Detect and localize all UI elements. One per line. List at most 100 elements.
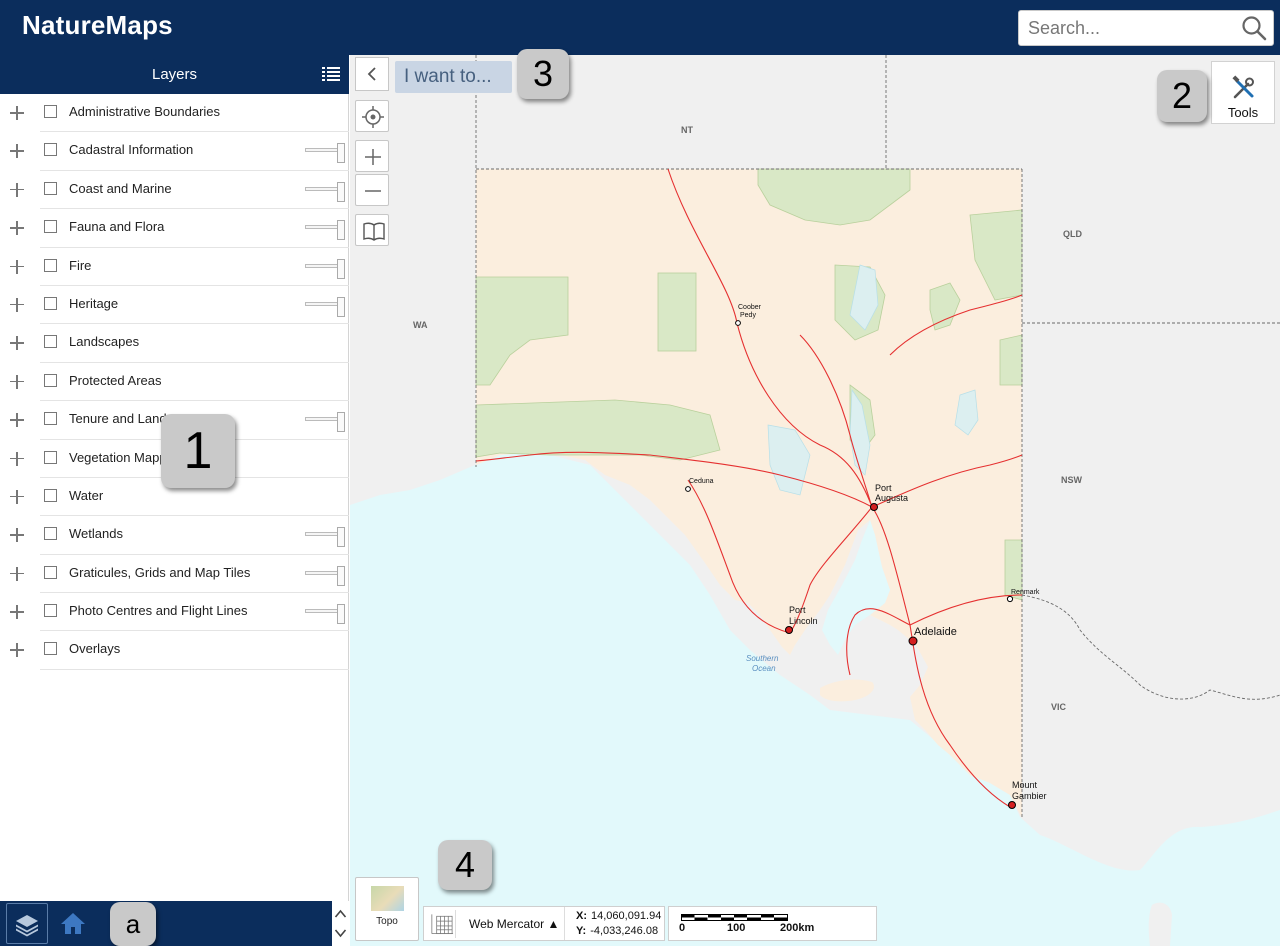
y-coordinate: Y: -4,033,246.08 <box>576 925 659 937</box>
layer-checkbox[interactable] <box>44 335 57 349</box>
layer-label: Wetlands <box>69 526 123 542</box>
layer-row[interactable]: Graticules, Grids and Map Tiles <box>0 555 349 594</box>
opacity-slider[interactable] <box>305 258 345 280</box>
layer-row[interactable]: Cadastral Information <box>0 132 349 171</box>
scroll-down-icon[interactable] <box>334 924 347 944</box>
slider-handle[interactable] <box>337 604 345 625</box>
layer-row[interactable]: Fire <box>0 248 349 286</box>
slider-handle[interactable] <box>337 181 345 202</box>
layer-checkbox[interactable] <box>44 181 57 195</box>
map-view[interactable]: NT QLD WA NSW VIC Coober Pedy Ceduna Por… <box>350 55 1280 946</box>
expand-plus-icon[interactable] <box>9 566 25 582</box>
layer-checkbox[interactable] <box>44 220 57 234</box>
callout-a: a <box>110 902 156 946</box>
layer-row[interactable]: Landscapes <box>0 324 349 363</box>
slider-handle[interactable] <box>337 258 345 279</box>
scale-bar: 0 100 200km <box>668 906 877 941</box>
panel-scroll-buttons <box>332 901 349 946</box>
opacity-slider[interactable] <box>305 220 345 241</box>
expand-plus-icon[interactable] <box>9 451 25 467</box>
search-icon[interactable] <box>1241 15 1267 41</box>
minus-icon <box>365 190 381 192</box>
basemap-thumbnail <box>371 886 404 911</box>
slider-handle[interactable] <box>337 220 345 241</box>
list-options-icon[interactable] <box>322 66 340 82</box>
layer-row[interactable]: Coast and Marine <box>0 171 349 210</box>
expand-plus-icon[interactable] <box>9 374 25 390</box>
layer-checkbox[interactable] <box>44 488 57 502</box>
expand-plus-icon[interactable] <box>9 143 25 159</box>
bookmarks-button[interactable] <box>355 214 389 246</box>
locate-button[interactable] <box>355 100 389 132</box>
search-input[interactable] <box>1019 11 1235 45</box>
projection-selector[interactable]: Web Mercator ▲ <box>469 917 559 931</box>
opacity-slider[interactable] <box>305 604 345 625</box>
i-want-to-menu[interactable]: I want to... <box>395 61 512 93</box>
y-coordinate-value: -4,033,246.08 <box>590 925 659 937</box>
opacity-slider[interactable] <box>305 527 345 548</box>
city-label-adelaide: Adelaide <box>914 626 957 638</box>
tools-button[interactable]: Tools <box>1211 61 1275 124</box>
layer-checkbox[interactable] <box>44 412 57 426</box>
layer-row[interactable]: Wetlands <box>0 516 349 555</box>
slider-handle[interactable] <box>337 296 345 317</box>
opacity-slider[interactable] <box>305 143 345 164</box>
expand-plus-icon[interactable] <box>9 489 25 505</box>
layers-tab-button[interactable] <box>6 903 48 944</box>
layer-checkbox[interactable] <box>44 565 57 579</box>
layer-checkbox[interactable] <box>44 143 57 157</box>
layer-checkbox[interactable] <box>44 604 57 618</box>
zoom-in-button[interactable] <box>355 140 389 172</box>
top-bar: NatureMaps <box>0 0 1280 55</box>
expand-plus-icon[interactable] <box>9 182 25 198</box>
layer-checkbox[interactable] <box>44 373 57 387</box>
layer-checkbox[interactable] <box>44 642 57 656</box>
scale-label-0: 0 <box>679 922 686 934</box>
state-label-vic: VIC <box>1051 702 1067 712</box>
expand-plus-icon[interactable] <box>9 412 25 428</box>
scale-label-200: 200km <box>780 922 815 934</box>
layers-panel-header: Layers <box>0 55 349 94</box>
coordinate-grid-icon[interactable] <box>428 910 456 938</box>
expand-plus-icon[interactable] <box>9 642 25 658</box>
expand-plus-icon[interactable] <box>9 259 25 275</box>
layer-row[interactable]: Fauna and Flora <box>0 209 349 248</box>
expand-plus-icon[interactable] <box>9 297 25 313</box>
y-coordinate-label: Y: <box>576 925 587 937</box>
slider-handle[interactable] <box>337 527 345 548</box>
slider-handle[interactable] <box>337 143 345 164</box>
collapse-panel-button[interactable] <box>355 57 389 91</box>
expand-plus-icon[interactable] <box>9 335 25 351</box>
layer-checkbox[interactable] <box>44 105 57 118</box>
home-icon[interactable] <box>60 911 86 935</box>
opacity-slider[interactable] <box>305 181 345 203</box>
opacity-slider[interactable] <box>305 565 345 587</box>
ocean-label-line1: Southern <box>746 654 779 663</box>
opacity-slider[interactable] <box>305 412 345 433</box>
layer-row[interactable]: Overlays <box>0 631 349 670</box>
expand-plus-icon[interactable] <box>9 220 25 236</box>
layer-checkbox[interactable] <box>44 258 57 272</box>
layer-row[interactable]: Photo Centres and Flight Lines <box>0 593 349 632</box>
scroll-up-icon[interactable] <box>334 904 347 924</box>
zoom-out-button[interactable] <box>355 174 389 206</box>
slider-handle[interactable] <box>337 565 345 586</box>
layer-row[interactable]: Administrative Boundaries <box>0 94 349 133</box>
layer-row[interactable]: Protected Areas <box>0 363 349 402</box>
layer-checkbox[interactable] <box>44 527 57 541</box>
expand-plus-icon[interactable] <box>9 527 25 543</box>
layer-checkbox[interactable] <box>44 296 57 310</box>
slider-track <box>305 301 339 306</box>
basemap-switcher[interactable]: Topo <box>355 877 419 941</box>
slider-handle[interactable] <box>337 412 345 433</box>
city-label-mount-gambier-line1: Mount <box>1012 780 1038 790</box>
layer-label: Cadastral Information <box>69 142 194 158</box>
layer-checkbox[interactable] <box>44 450 57 464</box>
slider-track <box>305 417 339 422</box>
search-box[interactable] <box>1018 10 1274 46</box>
bottom-bar <box>0 901 332 946</box>
layer-row[interactable]: Heritage <box>0 286 349 325</box>
opacity-slider[interactable] <box>305 296 345 318</box>
expand-plus-icon[interactable] <box>9 105 25 121</box>
expand-plus-icon[interactable] <box>9 604 25 620</box>
